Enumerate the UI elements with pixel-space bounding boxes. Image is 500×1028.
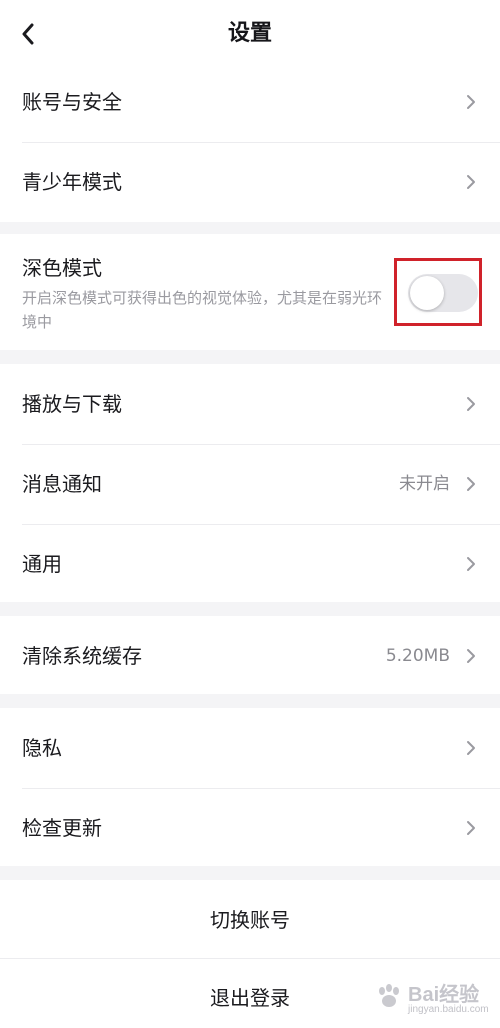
other-group: 隐私 检查更新 <box>0 708 500 866</box>
dark-mode-group: 深色模式 开启深色模式可获得出色的视觉体验，尤其是在弱光环境中 <box>0 234 500 350</box>
chevron-right-icon <box>467 397 475 411</box>
row-teen-mode[interactable]: 青少年模式 <box>0 142 500 222</box>
chevron-right-icon <box>467 477 475 491</box>
watermark-text: Bai经验 <box>408 984 480 1006</box>
row-label: 账号与安全 <box>22 90 122 114</box>
row-playback-download[interactable]: 播放与下载 <box>0 364 500 444</box>
row-label: 隐私 <box>22 736 62 760</box>
chevron-right-icon <box>467 821 475 835</box>
row-label: 清除系统缓存 <box>22 644 142 668</box>
row-general[interactable]: 通用 <box>0 524 500 602</box>
divider <box>0 958 500 959</box>
settings-screen: 设置 账号与安全 青少年模式 深色模式 开启深色模式可获得出色的视觉体验，尤其是… <box>0 0 500 1028</box>
row-clear-cache[interactable]: 清除系统缓存 5.20MB <box>0 616 500 694</box>
dark-mode-description: 开启深色模式可获得出色的视觉体验，尤其是在弱光环境中 <box>22 289 383 331</box>
paw-logo-icon <box>379 984 399 1007</box>
account-group: 账号与安全 青少年模式 <box>0 62 500 222</box>
notification-status: 未开启 <box>399 474 450 494</box>
back-button[interactable] <box>10 14 46 54</box>
row-label: 通用 <box>22 552 62 576</box>
nav-bar: 设置 <box>0 0 500 68</box>
row-account-security[interactable]: 账号与安全 <box>0 62 500 142</box>
cache-size: 5.20MB <box>385 646 450 666</box>
row-check-update[interactable]: 检查更新 <box>0 788 500 866</box>
dark-mode-title: 深色模式 <box>22 256 102 280</box>
row-label: 播放与下载 <box>22 392 122 416</box>
chevron-left-icon <box>22 23 34 45</box>
row-label: 青少年模式 <box>22 170 122 194</box>
chevron-right-icon <box>467 649 475 663</box>
general-group: 播放与下载 消息通知 未开启 通用 <box>0 364 500 602</box>
watermark-url: jingyan.baidu.com <box>408 1004 489 1015</box>
dark-mode-toggle[interactable] <box>408 274 478 312</box>
row-label: 消息通知 <box>22 472 102 496</box>
page-title: 设置 <box>227 21 272 46</box>
chevron-right-icon <box>467 741 475 755</box>
chevron-right-icon <box>467 557 475 571</box>
switch-account-button[interactable]: 切换账号 <box>0 880 500 960</box>
toggle-knob <box>410 276 444 310</box>
row-notifications[interactable]: 消息通知 未开启 <box>0 444 500 524</box>
row-privacy[interactable]: 隐私 <box>0 708 500 788</box>
row-label: 检查更新 <box>22 816 102 840</box>
chevron-right-icon <box>467 175 475 189</box>
watermark: Bai经验 jingyan.baidu.com <box>374 976 489 1020</box>
cache-group: 清除系统缓存 5.20MB <box>0 616 500 694</box>
chevron-right-icon <box>467 95 475 109</box>
